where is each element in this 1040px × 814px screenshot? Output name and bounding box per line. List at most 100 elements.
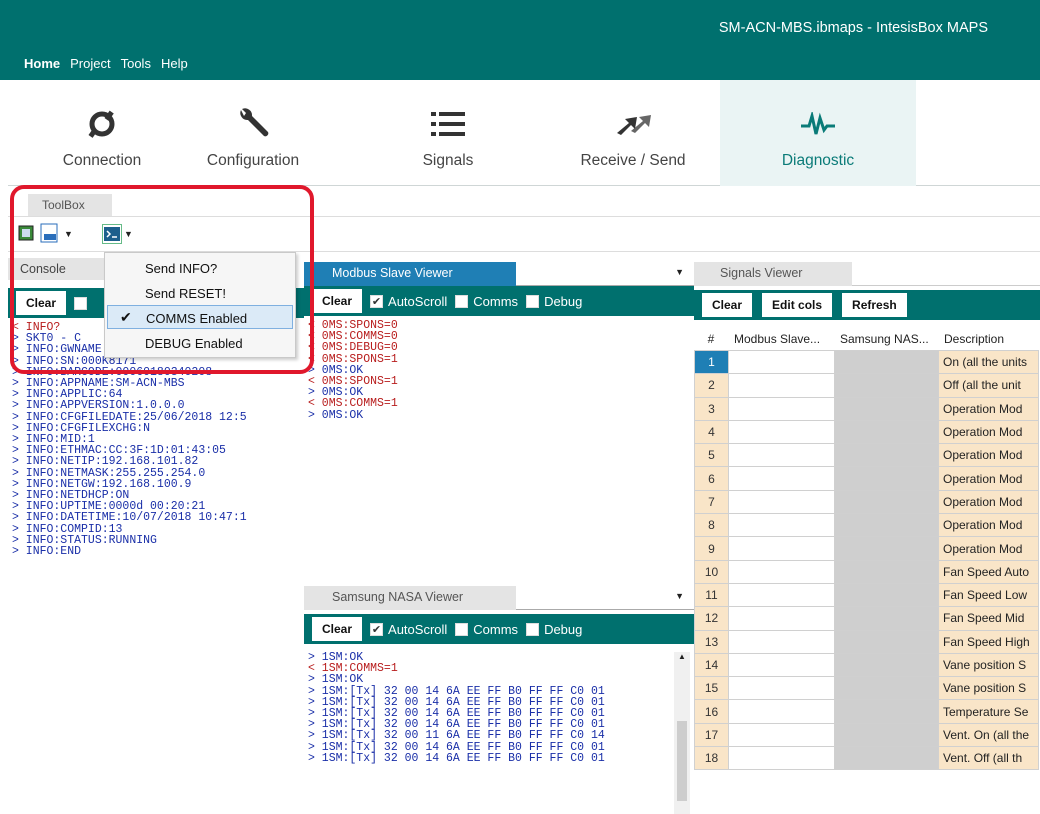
samsung-nasa-cell[interactable]	[834, 746, 939, 771]
scrollbar-thumb[interactable]	[677, 721, 687, 801]
modbus-slave-cell[interactable]	[728, 559, 835, 584]
table-row[interactable]: 11 Fan Speed Low	[694, 582, 1039, 608]
nasa-clear-button[interactable]: Clear	[312, 617, 363, 641]
modbus-slave-cell[interactable]	[728, 746, 835, 771]
table-row[interactable]: 14 Vane position S	[694, 652, 1039, 678]
modbus-slave-cell[interactable]	[728, 629, 835, 654]
modbus-slave-cell[interactable]	[728, 606, 835, 631]
table-row[interactable]: 16 Temperature Se	[694, 699, 1039, 724]
table-row[interactable]: 7 Operation Mod	[694, 489, 1039, 515]
nasa-scrollbar[interactable]: ▲	[674, 652, 690, 814]
tab-configuration[interactable]: Configuration	[178, 80, 328, 186]
table-row[interactable]: 4 Operation Mod	[694, 419, 1039, 445]
samsung-nasa-cell[interactable]	[834, 489, 939, 515]
refresh-button[interactable]: Refresh	[842, 293, 907, 317]
samsung-nasa-cell[interactable]	[834, 513, 939, 538]
table-row[interactable]: 8 Operation Mod	[694, 513, 1039, 538]
samsung-nasa-cell[interactable]	[834, 419, 939, 445]
row-number[interactable]: 18	[694, 746, 729, 771]
table-row[interactable]: 6 Operation Mod	[694, 466, 1039, 491]
modbus-slave-cell[interactable]	[728, 373, 835, 398]
row-number[interactable]: 2	[694, 373, 729, 398]
tab-signals[interactable]: Signals	[388, 80, 508, 186]
description-cell[interactable]: Fan Speed Mid	[938, 606, 1039, 631]
samsung-nasa-cell[interactable]	[834, 676, 939, 701]
modbus-slave-cell[interactable]	[728, 419, 835, 445]
modbus-slave-cell[interactable]	[728, 513, 835, 538]
description-cell[interactable]: Operation Mod	[938, 396, 1039, 421]
menu-tools[interactable]: Tools	[121, 56, 151, 71]
col-header-samsung[interactable]: Samsung NAS...	[834, 332, 938, 346]
description-cell[interactable]: Fan Speed Auto	[938, 559, 1039, 584]
row-number[interactable]: 7	[694, 489, 729, 515]
row-number[interactable]: 15	[694, 676, 729, 701]
modbus-slave-cell[interactable]	[728, 536, 835, 561]
description-cell[interactable]: Fan Speed High	[938, 629, 1039, 654]
table-row[interactable]: 1 On (all the units	[694, 349, 1039, 375]
samsung-nasa-cell[interactable]	[834, 722, 939, 748]
tab-diagnostic[interactable]: Diagnostic	[720, 80, 916, 186]
description-cell[interactable]: Operation Mod	[938, 489, 1039, 515]
samsung-nasa-cell[interactable]	[834, 373, 939, 398]
row-number[interactable]: 11	[694, 582, 729, 608]
modbus-autoscroll-checkbox[interactable]: ✔ AutoScroll	[370, 294, 447, 309]
menu-help[interactable]: Help	[161, 56, 188, 71]
samsung-nasa-cell[interactable]	[834, 629, 939, 654]
modbus-slave-cell[interactable]	[728, 676, 835, 701]
row-number[interactable]: 16	[694, 699, 729, 724]
row-number[interactable]: 9	[694, 536, 729, 561]
samsung-nasa-cell[interactable]	[834, 606, 939, 631]
modbus-slave-cell[interactable]	[728, 489, 835, 515]
samsung-nasa-cell[interactable]	[834, 536, 939, 561]
description-cell[interactable]: Operation Mod	[938, 466, 1039, 491]
description-cell[interactable]: Operation Mod	[938, 419, 1039, 445]
signals-tab[interactable]: Signals Viewer	[694, 262, 852, 286]
description-cell[interactable]: Vane position S	[938, 676, 1039, 701]
table-row[interactable]: 10 Fan Speed Auto	[694, 559, 1039, 584]
modbus-slave-cell[interactable]	[728, 396, 835, 421]
table-row[interactable]: 5 Operation Mod	[694, 443, 1039, 468]
row-number[interactable]: 14	[694, 652, 729, 678]
modbus-slave-cell[interactable]	[728, 722, 835, 748]
modbus-tab[interactable]: Modbus Slave Viewer	[304, 262, 516, 286]
modbus-slave-cell[interactable]	[728, 349, 835, 375]
row-number[interactable]: 17	[694, 722, 729, 748]
col-header-modbus[interactable]: Modbus Slave...	[728, 332, 834, 346]
modbus-viewer-select[interactable]: ▼	[516, 262, 694, 286]
col-header-num[interactable]: #	[694, 332, 728, 346]
description-cell[interactable]: Fan Speed Low	[938, 582, 1039, 608]
tab-connection[interactable]: Connection	[32, 80, 172, 186]
modbus-slave-cell[interactable]	[728, 699, 835, 724]
scroll-up-icon[interactable]: ▲	[674, 652, 690, 661]
samsung-nasa-cell[interactable]	[834, 396, 939, 421]
table-row[interactable]: 15 Vane position S	[694, 676, 1039, 701]
col-header-description[interactable]: Description	[938, 332, 1038, 346]
tab-receive-send[interactable]: Receive / Send	[558, 80, 708, 186]
samsung-nasa-cell[interactable]	[834, 699, 939, 724]
menu-home[interactable]: Home	[24, 56, 60, 71]
nasa-viewer-select[interactable]: ▼	[516, 586, 694, 610]
row-number[interactable]: 8	[694, 513, 729, 538]
table-row[interactable]: 13 Fan Speed High	[694, 629, 1039, 654]
row-number[interactable]: 4	[694, 419, 729, 445]
description-cell[interactable]: Temperature Se	[938, 699, 1039, 724]
description-cell[interactable]: Operation Mod	[938, 536, 1039, 561]
row-number[interactable]: 12	[694, 606, 729, 631]
description-cell[interactable]: Operation Mod	[938, 513, 1039, 538]
menu-project[interactable]: Project	[70, 56, 110, 71]
modbus-comms-checkbox[interactable]: Comms	[455, 294, 518, 309]
samsung-nasa-cell[interactable]	[834, 466, 939, 491]
description-cell[interactable]: Vane position S	[938, 652, 1039, 678]
modbus-slave-cell[interactable]	[728, 582, 835, 608]
table-row[interactable]: 12 Fan Speed Mid	[694, 606, 1039, 631]
modbus-clear-button[interactable]: Clear	[312, 289, 363, 313]
description-cell[interactable]: Off (all the unit	[938, 373, 1039, 398]
samsung-nasa-cell[interactable]	[834, 559, 939, 584]
description-cell[interactable]: Operation Mod	[938, 443, 1039, 468]
description-cell[interactable]: Vent. On (all the	[938, 722, 1039, 748]
nasa-autoscroll-checkbox[interactable]: ✔ AutoScroll	[370, 622, 447, 637]
samsung-nasa-cell[interactable]	[834, 652, 939, 678]
row-number[interactable]: 3	[694, 396, 729, 421]
table-row[interactable]: 17 Vent. On (all the	[694, 722, 1039, 748]
row-number[interactable]: 13	[694, 629, 729, 654]
